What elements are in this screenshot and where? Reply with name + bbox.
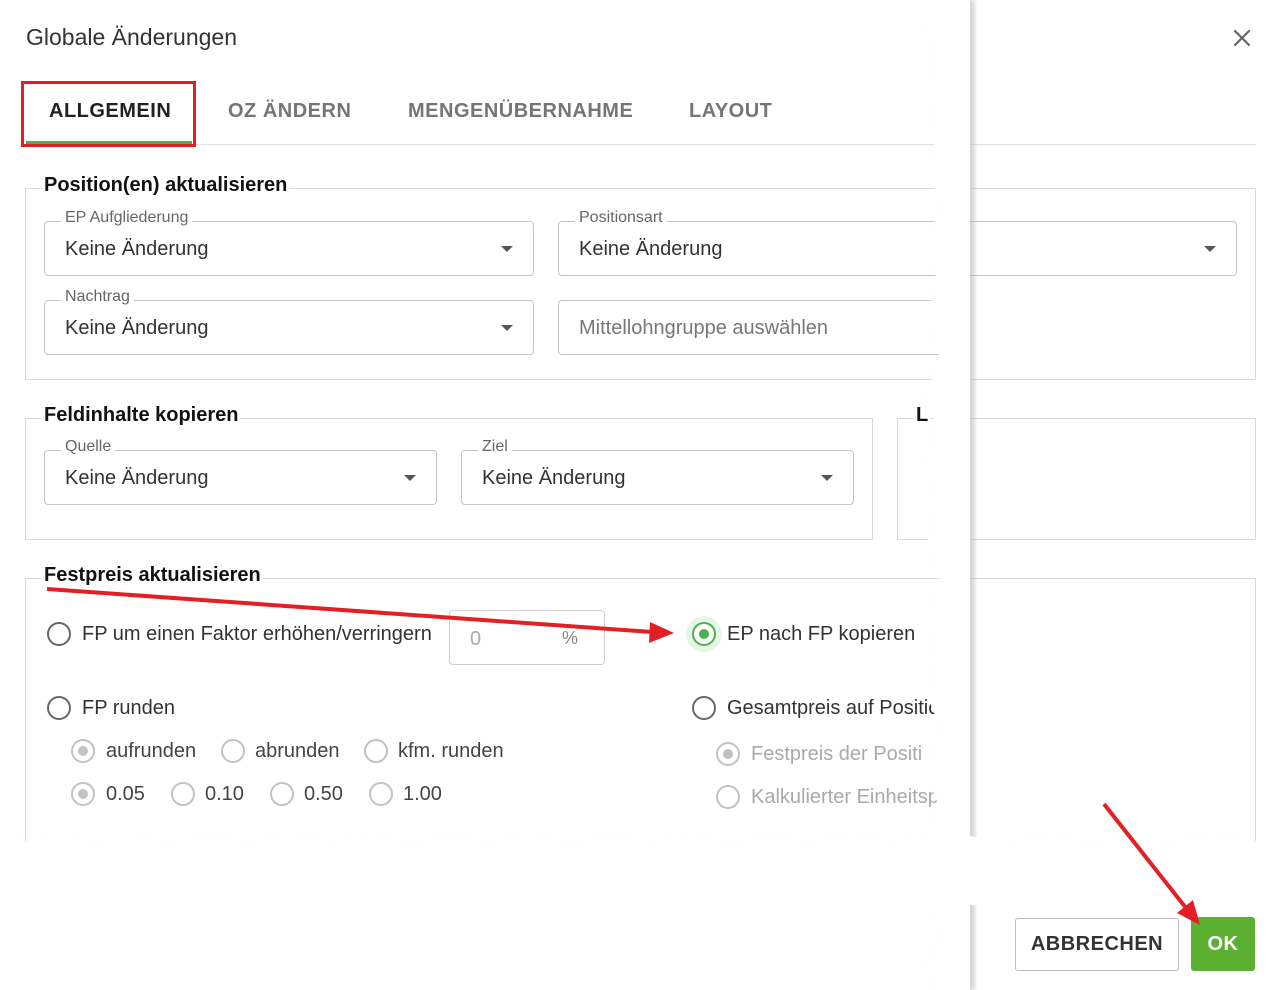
annotation-arrow-to-ok	[1102, 802, 1200, 925]
annotation-arrows	[46, 587, 1200, 925]
annotation-arrow-to-ep-option	[46, 587, 674, 643]
